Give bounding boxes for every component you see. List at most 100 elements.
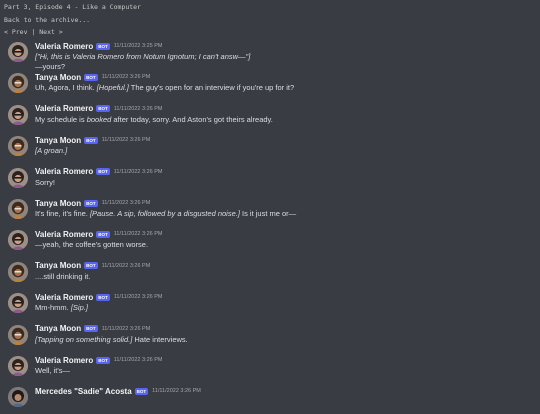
message: Mercedes "Sadie" Acosta BOT 11/11/2022 3:2… bbox=[0, 383, 540, 414]
message-content: —yeah, the coffee's gotten worse. bbox=[35, 240, 148, 250]
next-link[interactable]: Next > bbox=[39, 28, 62, 36]
message-line: Mm-hmm. [Sip.] bbox=[35, 303, 88, 313]
bot-badge: BOT bbox=[96, 105, 110, 113]
message-header: Valeria Romero BOT 11/11/2022 3:26 PM bbox=[35, 104, 162, 114]
timestamp: 11/11/2022 3:26 PM bbox=[101, 262, 151, 269]
stage-direction: [Tapping on something solid.] bbox=[35, 334, 133, 344]
dialogue-text: My schedule is bbox=[35, 114, 87, 124]
message-line: It's fine, it's fine. [Pause. A sip, fol… bbox=[35, 209, 296, 219]
message: Valeria Romero BOT 11/11/2022 3:25 PM ["Hi,… bbox=[0, 38, 540, 71]
dialogue-text: after today, sorry. And Aston's got thei… bbox=[111, 114, 273, 124]
prev-link[interactable]: < Prev bbox=[4, 28, 27, 36]
author-name[interactable]: Valeria Romero bbox=[35, 293, 93, 302]
timestamp: 11/11/2022 3:25 PM bbox=[113, 43, 163, 49]
bot-badge: BOT bbox=[96, 356, 110, 364]
back-to-archive-link[interactable]: Back to the archive... bbox=[4, 16, 540, 26]
avatar[interactable] bbox=[8, 356, 28, 376]
message: Valeria Romero BOT 11/11/2022 3:26 PM Mm-hm… bbox=[0, 289, 540, 320]
author-name[interactable]: Tanya Moon bbox=[35, 73, 81, 82]
timestamp: 11/11/2022 3:26 PM bbox=[101, 325, 151, 332]
author-name[interactable]: Valeria Romero bbox=[35, 356, 93, 365]
dialogue-text: Sorry! bbox=[35, 177, 56, 187]
message-content: ["Hi, this is Valeria Romero from Notum … bbox=[35, 52, 250, 71]
dialogue-text: Mm-hmm. bbox=[35, 303, 71, 313]
stage-direction: [Hopeful.] bbox=[96, 83, 129, 93]
message-line: Uh, Agora, I think. [Hopeful.] The guy's… bbox=[35, 83, 294, 93]
stage-direction: [Pause. A sip, followed by a disgusted n… bbox=[89, 209, 240, 218]
author-name[interactable]: Tanya Moon bbox=[35, 324, 81, 333]
bot-badge: BOT bbox=[84, 73, 98, 81]
message: Valeria Romero BOT 11/11/2022 3:26 PM Sorry… bbox=[0, 164, 540, 195]
dialogue-text: The guy's open for an interview if you'r… bbox=[128, 83, 295, 93]
author-name[interactable]: Tanya Moon bbox=[35, 199, 81, 208]
bot-badge: BOT bbox=[84, 325, 98, 333]
message: Tanya Moon BOT 11/11/2022 3:26 PM [Tapping … bbox=[0, 321, 540, 352]
stage-direction: booked bbox=[86, 114, 112, 124]
message-content: ....still drinking it. bbox=[35, 272, 90, 282]
dialogue-text: —yeah, the coffee's gotten worse. bbox=[35, 240, 149, 250]
page-header: Part 3, Episode 4 - Like a Computer Back… bbox=[0, 0, 540, 38]
dialogue-text: Well, it's— bbox=[35, 366, 71, 375]
message-content: Uh, Agora, I think. [Hopeful.] The guy's… bbox=[35, 83, 294, 93]
message-content: [Tapping on something solid.] Hate inter… bbox=[35, 335, 188, 345]
bot-badge: BOT bbox=[84, 262, 98, 270]
message-content: Mm-hmm. [Sip.] bbox=[35, 303, 88, 313]
dialogue-text: Hate interviews. bbox=[132, 334, 188, 344]
timestamp: 11/11/2022 3:26 PM bbox=[101, 74, 151, 81]
message-line: Sorry! bbox=[35, 178, 55, 188]
timestamp: 11/11/2022 3:26 PM bbox=[113, 168, 163, 175]
dialogue-text: ....still drinking it. bbox=[35, 271, 91, 281]
message: Valeria Romero BOT 11/11/2022 3:26 PM —yeah… bbox=[0, 226, 540, 257]
author-name[interactable]: Valeria Romero bbox=[35, 104, 93, 113]
message: Valeria Romero BOT 11/11/2022 3:26 PM Well,… bbox=[0, 352, 540, 383]
message-header: Tanya Moon BOT 11/11/2022 3:26 PM bbox=[35, 261, 150, 271]
avatar[interactable] bbox=[8, 230, 28, 251]
message: Tanya Moon BOT 11/11/2022 3:26 PM It's fine… bbox=[0, 195, 540, 226]
pagination: < Prev | Next > bbox=[4, 28, 540, 38]
message-header: Tanya Moon BOT 11/11/2022 3:26 PM bbox=[35, 72, 150, 82]
message-line: ["Hi, this is Valeria Romero from Notum … bbox=[35, 52, 250, 62]
author-name[interactable]: Mercedes "Sadie" Acosta bbox=[35, 387, 132, 396]
dialogue-text: Uh, Agora, I think. bbox=[35, 83, 97, 93]
avatar[interactable] bbox=[8, 167, 28, 188]
timestamp: 11/11/2022 3:26 PM bbox=[101, 137, 151, 144]
author-name[interactable]: Tanya Moon bbox=[35, 136, 81, 145]
avatar[interactable] bbox=[8, 387, 28, 408]
avatar[interactable] bbox=[8, 293, 28, 314]
avatar[interactable] bbox=[8, 324, 28, 345]
episode-title: Part 3, Episode 4 - Like a Computer bbox=[4, 3, 141, 11]
message-line: ....still drinking it. bbox=[35, 272, 90, 282]
bot-badge: BOT bbox=[96, 293, 110, 301]
message-content: Sorry! bbox=[35, 178, 55, 188]
bot-badge: BOT bbox=[96, 230, 110, 238]
message-header: Tanya Moon BOT 11/11/2022 3:26 PM bbox=[35, 324, 150, 334]
message-line: [Tapping on something solid.] Hate inter… bbox=[35, 335, 188, 345]
message: Valeria Romero BOT 11/11/2022 3:26 PM My sc… bbox=[0, 101, 540, 132]
avatar[interactable] bbox=[8, 261, 28, 282]
author-name[interactable]: Valeria Romero bbox=[35, 42, 93, 51]
message-content: [A groan.] bbox=[35, 146, 67, 156]
avatar[interactable] bbox=[8, 42, 28, 62]
timestamp: 11/11/2022 3:26 PM bbox=[113, 105, 163, 112]
avatar[interactable] bbox=[8, 104, 28, 125]
avatar[interactable] bbox=[8, 73, 28, 94]
message-header: Tanya Moon BOT 11/11/2022 3:26 PM bbox=[35, 135, 150, 145]
message-header: Mercedes "Sadie" Acosta BOT 11/11/2022 3:2… bbox=[35, 386, 201, 396]
message-header: Valeria Romero BOT 11/11/2022 3:25 PM bbox=[35, 41, 162, 51]
message: Tanya Moon BOT 11/11/2022 3:26 PM Uh, Agora… bbox=[0, 69, 540, 100]
timestamp: 11/11/2022 3:26 PM bbox=[113, 357, 163, 363]
timestamp: 11/11/2022 3:26 PM bbox=[101, 200, 151, 206]
message-content: It's fine, it's fine. [Pause. A sip, fol… bbox=[35, 209, 296, 219]
author-name[interactable]: Tanya Moon bbox=[35, 261, 81, 270]
author-name[interactable]: Valeria Romero bbox=[35, 230, 93, 239]
timestamp: 11/11/2022 3:26 PM bbox=[152, 388, 201, 395]
avatar[interactable] bbox=[8, 199, 28, 219]
message-content: My schedule is booked after today, sorry… bbox=[35, 115, 273, 125]
message-content: Well, it's— bbox=[35, 366, 70, 376]
stage-direction: [A groan.] bbox=[35, 146, 68, 156]
message-line: Well, it's— bbox=[35, 366, 70, 376]
bot-badge: BOT bbox=[134, 387, 149, 395]
avatar[interactable] bbox=[8, 136, 28, 157]
message: Tanya Moon BOT 11/11/2022 3:26 PM [A groan.… bbox=[0, 132, 540, 163]
author-name[interactable]: Valeria Romero bbox=[35, 167, 93, 176]
